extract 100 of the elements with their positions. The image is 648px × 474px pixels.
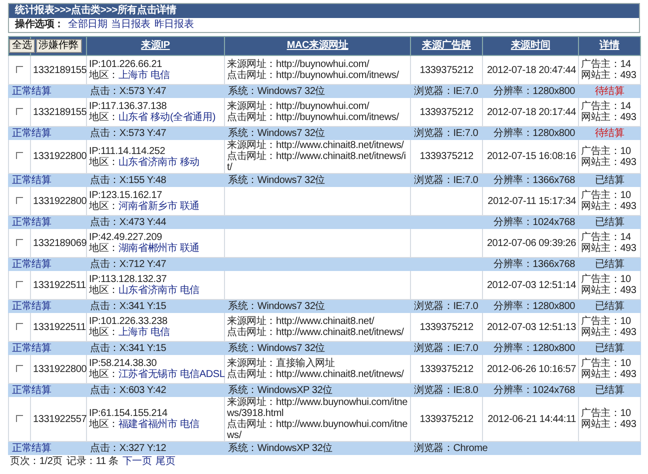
region-label: 地区： xyxy=(89,201,118,212)
site-count: 网站主：493 xyxy=(581,327,638,338)
resolution-info: 分辨率：1280x800 xyxy=(493,342,575,354)
date-filter-link[interactable]: 当日报表 xyxy=(111,19,150,31)
ip-address: IP:101.226.66.21 xyxy=(89,59,163,70)
checkbox[interactable] xyxy=(16,364,23,372)
province-link[interactable]: 湖南省郴州市 xyxy=(118,243,178,254)
resolution-info: 分辨率：1280x800 xyxy=(493,300,575,312)
date-filter-link[interactable]: 全部日期 xyxy=(68,19,108,31)
column-header-link[interactable]: MAC来源网址 xyxy=(286,40,348,51)
checkbox[interactable] xyxy=(16,238,23,246)
column-header-link[interactable]: 来源IP xyxy=(141,40,170,51)
click-time: 2012-07-03 12:51:13 xyxy=(486,322,576,332)
resolution-info: 分辨率：1024x768 xyxy=(493,384,575,396)
site-count: 网站主：493 xyxy=(581,285,638,296)
checkbox[interactable] xyxy=(16,196,23,204)
browser-info: 浏览器：IE:7.0 xyxy=(414,300,478,312)
settlement-status: 已结算 xyxy=(594,216,624,228)
click-time: 2012-06-26 10:16:57 xyxy=(486,364,576,374)
advertiser-count: 广告主：10 xyxy=(581,316,632,327)
header-button[interactable]: 涉嫌作弊 xyxy=(36,39,82,53)
ip-address: IP:113.128.132.37 xyxy=(89,274,167,285)
province-link[interactable]: 山东省济南市 xyxy=(118,156,178,168)
click-time: 2012-07-06 09:39:26 xyxy=(486,238,576,248)
region-label: 地区： xyxy=(89,285,118,296)
pager-link[interactable]: 尾页 xyxy=(156,456,176,468)
isp-link[interactable]: 电信ADSL xyxy=(180,369,225,380)
click-position: 点击：X:573 Y:47 xyxy=(90,86,166,96)
province-link[interactable]: 河南省新乡市 xyxy=(118,201,178,212)
province-link[interactable]: 上海市 xyxy=(118,327,148,338)
click-url: 点击网址：http://buynowhui.com/itnews/ xyxy=(227,112,400,123)
settlement-status: 已结算 xyxy=(594,258,624,270)
ip-address: IP:111.14.114.252 xyxy=(89,146,166,156)
column-header-link[interactable]: 详情 xyxy=(600,40,620,51)
checkbox[interactable] xyxy=(16,108,23,114)
source-url: 来源网址：http://www.chinait8.net/itnews/ xyxy=(227,140,405,151)
ad-id: 1339375212 xyxy=(420,64,474,76)
click-url: 点击网址：http://www.chinait8.net/itnews/ xyxy=(227,369,405,380)
resolution-info: 分辨率：1366x768 xyxy=(493,258,575,270)
header-button[interactable]: 全选 xyxy=(9,39,35,53)
record-id: 1331922557 xyxy=(33,414,87,424)
checkbox[interactable] xyxy=(16,322,23,330)
settlement-status: 已结算 xyxy=(594,342,624,354)
settlement-status: 已结算 xyxy=(594,384,624,396)
isp-link[interactable]: 电信 xyxy=(150,70,170,81)
breadcrumb-title: 统计报表>>>点击类>>>所有点击详情 xyxy=(9,4,639,18)
checkbox[interactable] xyxy=(16,66,23,72)
ip-address: IP:101.226.33.238 xyxy=(89,316,168,327)
advertiser-count: 广告主：14 xyxy=(581,101,632,112)
isp-link[interactable]: 电信 xyxy=(150,327,170,338)
site-count: 网站主：493 xyxy=(581,369,638,380)
click-position: 点击：X:341 Y:15 xyxy=(90,342,166,354)
pager-link[interactable]: 下一页 xyxy=(122,456,152,468)
checkbox[interactable] xyxy=(16,280,23,288)
system-info: 系统：Windows7 32位 xyxy=(228,342,326,354)
click-url: 点击网址：http://www.buynowhui.com/itnews/ xyxy=(227,419,408,441)
isp-link[interactable]: 移动 xyxy=(180,156,200,168)
site-count: 网站主：493 xyxy=(581,70,638,81)
advertiser-count: 广告主：10 xyxy=(581,274,632,285)
click-position: 点击：X:712 Y:47 xyxy=(90,258,166,270)
settlement-status: 待结算 xyxy=(594,86,624,96)
region-label: 地区： xyxy=(89,369,118,380)
click-time: 2012-07-18 20:17:44 xyxy=(486,106,576,118)
record-id: 1332189155 xyxy=(33,64,87,76)
advertiser-count: 广告主：14 xyxy=(581,59,632,70)
system-info: 系统：WindowsXP 32位 xyxy=(228,384,332,396)
browser-info: 浏览器：IE:7.0 xyxy=(414,86,478,96)
resolution-info: 分辨率：1366x768 xyxy=(493,174,575,186)
click-url: 点击网址：http://www.chinait8.net/itnews/ xyxy=(227,327,405,338)
browser-info: 浏览器：IE:7.0 xyxy=(414,174,478,186)
checkbox[interactable] xyxy=(16,152,23,159)
isp-link[interactable]: 移动(全省通用) xyxy=(150,112,216,123)
date-filter-link[interactable]: 昨日报表 xyxy=(154,19,194,31)
province-link[interactable]: 山东省济南市 xyxy=(118,285,178,296)
record-count: 记录：11 条 xyxy=(66,456,118,468)
isp-link[interactable]: 联通 xyxy=(180,201,200,212)
province-link[interactable]: 山东省 xyxy=(118,112,148,123)
province-link[interactable]: 江苏省无锡市 xyxy=(118,369,178,380)
province-link[interactable]: 福建省福州市 xyxy=(118,419,178,430)
settlement-status: 待结算 xyxy=(594,128,624,138)
system-info: 系统：Windows7 32位 xyxy=(228,86,326,96)
system-info: 系统：Windows7 32位 xyxy=(228,300,326,312)
isp-link[interactable]: 电信 xyxy=(180,285,200,296)
click-time: 2012-06-21 14:44:11 xyxy=(488,414,576,424)
source-url: 来源网址：http://buynowhui.com/ xyxy=(227,101,370,112)
region-label: 地区： xyxy=(89,112,118,123)
isp-link[interactable]: 电信 xyxy=(180,419,200,430)
system-info: 系统：Windows7 32位 xyxy=(228,174,326,186)
region-label: 地区： xyxy=(89,70,118,81)
advertiser-count: 广告主：10 xyxy=(581,146,632,156)
click-time: 2012-07-11 15:17:34 xyxy=(488,196,576,206)
click-position: 点击：X:473 Y:44 xyxy=(90,216,166,228)
click-time: 2012-07-18 20:47:44 xyxy=(486,64,576,76)
click-position: 点击：X:341 Y:15 xyxy=(90,300,166,312)
province-link[interactable]: 上海市 xyxy=(118,70,148,81)
checkbox[interactable] xyxy=(16,414,23,422)
click-time: 2012-07-03 12:51:14 xyxy=(486,280,576,290)
site-count: 网站主：493 xyxy=(581,243,638,254)
isp-link[interactable]: 联通 xyxy=(180,243,200,254)
click-position: 点击：X:327 Y:12 xyxy=(90,442,166,454)
